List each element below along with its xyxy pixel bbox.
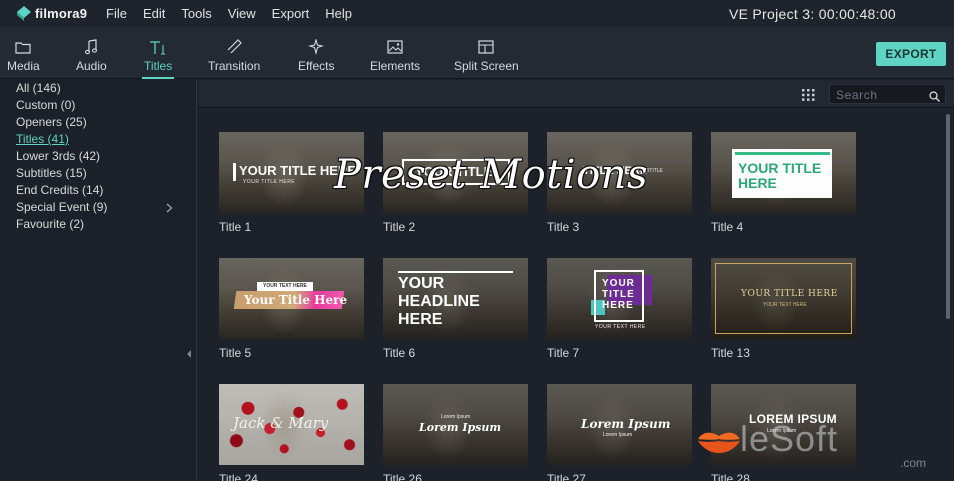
thumbnail-caption: Title 3 xyxy=(547,220,580,234)
sidebar-item-all[interactable]: All (146) xyxy=(16,81,61,95)
overlay-subtext: YOUR TITLE HERE xyxy=(243,179,296,185)
title-thumbnail-24[interactable]: Jack & Mary xyxy=(219,384,364,465)
library-header xyxy=(198,80,954,108)
grid-view-icon[interactable] xyxy=(802,88,815,106)
transition-icon xyxy=(226,38,242,56)
tab-label: Media xyxy=(7,59,40,73)
menu-tools[interactable]: Tools xyxy=(181,6,211,21)
sidebar-item-special-event[interactable]: Special Event (9) xyxy=(16,200,107,214)
app-logo: filmora9 xyxy=(17,5,89,22)
overlay-text: YOUR xyxy=(602,278,635,289)
folder-icon xyxy=(15,38,31,56)
thumbnail-caption: Title 26 xyxy=(383,472,422,481)
thumbnail-caption: Title 28 xyxy=(711,472,750,481)
menu-view[interactable]: View xyxy=(228,6,256,21)
accent-line xyxy=(398,271,513,273)
thumbnail-caption: Title 24 xyxy=(219,472,258,481)
menu-help[interactable]: Help xyxy=(325,6,352,21)
title-thumbnail-6[interactable]: YOUR HEADLINE HERE xyxy=(383,258,528,339)
tab-label: Titles xyxy=(144,59,173,73)
overlay-subtext: Lorem Ipsum xyxy=(603,432,633,438)
lips-logo-icon xyxy=(698,432,740,453)
thumbnail-caption: Title 7 xyxy=(547,346,580,360)
search-box[interactable] xyxy=(829,84,946,104)
sidebar-item-favourite[interactable]: Favourite (2) xyxy=(16,217,84,231)
sidebar-item-lower-3rds[interactable]: Lower 3rds (42) xyxy=(16,149,100,163)
titles-library: YOUR TITLE HERE YOUR TITLE HERE Title 1 … xyxy=(198,80,954,481)
overlay-text: Lorem Ipsum xyxy=(419,421,502,434)
sidebar-item-custom[interactable]: Custom (0) xyxy=(16,98,75,112)
image-icon xyxy=(387,38,403,56)
thumbnail-caption: Title 1 xyxy=(219,220,252,234)
thumbnail-caption: Title 13 xyxy=(711,346,750,360)
music-note-icon xyxy=(84,38,98,56)
brand-watermark: leSoft xyxy=(740,418,839,459)
title-thumbnail-27[interactable]: Lorem Ipsum Lorem Ipsum xyxy=(547,384,692,465)
overlay-subtext: YOUR TEXT HERE xyxy=(595,324,646,330)
tab-media[interactable]: Media xyxy=(7,27,40,79)
tab-titles[interactable]: Titles xyxy=(141,27,175,79)
tab-effects[interactable]: Effects xyxy=(298,27,334,79)
chevron-right-icon[interactable] xyxy=(166,202,173,216)
title-thumbnail-4[interactable]: YOUR TITLE HERE xyxy=(711,132,856,213)
overlay-text: YOUR TITLE HERE xyxy=(741,289,838,299)
accent-bar xyxy=(233,163,236,181)
accent-bar xyxy=(735,152,830,155)
thumbnail-caption: Title 5 xyxy=(219,346,252,360)
filmora-logo-icon xyxy=(17,5,31,21)
title-thumbnail-7[interactable]: YOUR TITLE HERE YOUR TEXT HERE xyxy=(547,258,692,339)
overlay-text: HERE xyxy=(738,175,777,191)
category-sidebar: All (146) Custom (0) Openers (25) Titles… xyxy=(0,80,197,481)
app-name: filmora9 xyxy=(35,6,88,21)
overlay-subtext: Lorem Ipsum xyxy=(441,414,471,420)
split-screen-icon xyxy=(478,38,494,56)
thumbnail-caption: Title 6 xyxy=(383,346,416,360)
tab-label: Elements xyxy=(370,59,421,73)
sidebar-item-subtitles[interactable]: Subtitles (15) xyxy=(16,166,87,180)
menu-export[interactable]: Export xyxy=(272,6,310,21)
collapse-panel-icon[interactable] xyxy=(186,350,196,366)
scrollbar-thumb[interactable] xyxy=(946,114,950,319)
tab-label: Audio xyxy=(76,59,107,73)
overlay-subtext: YOUR TEXT HERE xyxy=(763,302,807,308)
overlay-text: YOUR TITLE xyxy=(738,160,822,176)
tab-split-screen[interactable]: Split Screen xyxy=(454,27,519,79)
sidebar-item-end-credits[interactable]: End Credits (14) xyxy=(16,183,103,197)
thumbnail-caption: Title 4 xyxy=(711,220,744,234)
tab-transition[interactable]: Transition xyxy=(208,27,260,79)
thumbnail-caption: Title 2 xyxy=(383,220,416,234)
overlay-text: Lorem Ipsum xyxy=(581,417,671,431)
overlay-text: Your Title Here xyxy=(244,293,348,307)
brand-watermark-suffix: .com xyxy=(900,456,927,470)
search-icon[interactable] xyxy=(929,89,940,107)
sidebar-item-titles[interactable]: Titles (41) xyxy=(16,132,69,146)
title-thumbnail-5[interactable]: YOUR TEXT HERE Your Title Here xyxy=(219,258,364,339)
overlay-subtext: YOUR TEXT HERE xyxy=(263,283,307,289)
sidebar-item-openers[interactable]: Openers (25) xyxy=(16,115,87,129)
title-thumbnail-13[interactable]: YOUR TITLE HERE YOUR TEXT HERE xyxy=(711,258,856,339)
search-input[interactable] xyxy=(836,87,924,102)
menu-bar: filmora9 File Edit Tools View Export Hel… xyxy=(0,0,954,27)
overlay-text: TITLE xyxy=(602,289,635,300)
overlay-text: HERE xyxy=(398,311,443,328)
overlay-text: Jack & Mary xyxy=(233,414,329,432)
menu-edit[interactable]: Edit xyxy=(143,6,165,21)
tab-audio[interactable]: Audio xyxy=(76,27,107,79)
title-thumbnail-26[interactable]: Lorem Ipsum Lorem Ipsum xyxy=(383,384,528,465)
overlay-text: HERE xyxy=(602,300,634,311)
overlay-text: HEADLINE xyxy=(398,293,480,310)
text-icon xyxy=(149,38,167,56)
sparkle-icon xyxy=(308,38,325,56)
toolbar: Media Audio Titles Transition Effects El… xyxy=(0,27,954,79)
tab-label: Effects xyxy=(298,59,335,73)
preset-motions-watermark: Preset Motions xyxy=(334,152,648,198)
export-button[interactable]: EXPORT xyxy=(876,42,946,66)
menu-file[interactable]: File xyxy=(106,6,127,21)
tab-label: Transition xyxy=(208,59,261,73)
thumbnail-caption: Title 27 xyxy=(547,472,586,481)
overlay-text: YOUR xyxy=(398,275,445,292)
tab-label: Split Screen xyxy=(454,59,519,73)
project-title: VE Project 3: 00:00:48:00 xyxy=(728,6,896,22)
tab-elements[interactable]: Elements xyxy=(370,27,420,79)
